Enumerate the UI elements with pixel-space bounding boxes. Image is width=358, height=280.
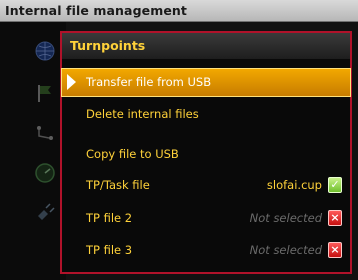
menu-item-label: TP file 2: [86, 211, 133, 225]
gauge-icon[interactable]: [34, 162, 56, 184]
tp-task-file-value: slofai.cup: [266, 178, 322, 192]
menu-item-tp-file-3[interactable]: TP file 3 Not selected ×: [62, 237, 350, 264]
menu-item-label: Delete internal files: [86, 107, 199, 121]
side-icon-panel: [0, 22, 66, 280]
cancel-icon: ×: [328, 242, 342, 258]
cancel-icon: ×: [328, 210, 342, 226]
flag-icon[interactable]: [34, 82, 56, 104]
menu-header: Turnpoints: [62, 33, 350, 59]
menu-item-tp-file-2[interactable]: TP file 2 Not selected ×: [62, 205, 350, 232]
menu-item-delete-internal-files[interactable]: Delete internal files: [62, 101, 350, 128]
menu-item-tp-task-file[interactable]: TP/Task file slofai.cup ✓: [62, 172, 350, 199]
tp-file-2-value: Not selected: [249, 211, 322, 225]
menu-item-label: Copy file to USB: [86, 147, 179, 161]
window-titlebar: Internal file management: [0, 0, 358, 22]
menu-title: Turnpoints: [70, 38, 146, 53]
globe-icon[interactable]: [34, 40, 56, 62]
window-title: Internal file management: [5, 3, 187, 18]
device-screen: Internal file management Turnpoints Tran…: [0, 0, 358, 280]
menu-item-label: Transfer file from USB: [86, 75, 212, 89]
menu-item-label: TP file 3: [86, 243, 133, 257]
menu-item-copy-to-usb[interactable]: Copy file to USB: [62, 141, 350, 168]
satellite-icon[interactable]: [34, 202, 56, 224]
route-icon[interactable]: [34, 122, 56, 144]
turnpoints-menu: Turnpoints Transfer file from USB Delete…: [60, 31, 352, 274]
menu-item-transfer-from-usb[interactable]: Transfer file from USB: [61, 68, 351, 97]
menu-item-label: TP/Task file: [86, 178, 150, 192]
selection-arrow-icon: [67, 74, 76, 90]
tp-file-3-value: Not selected: [249, 243, 322, 257]
document-ok-icon: ✓: [328, 177, 342, 193]
